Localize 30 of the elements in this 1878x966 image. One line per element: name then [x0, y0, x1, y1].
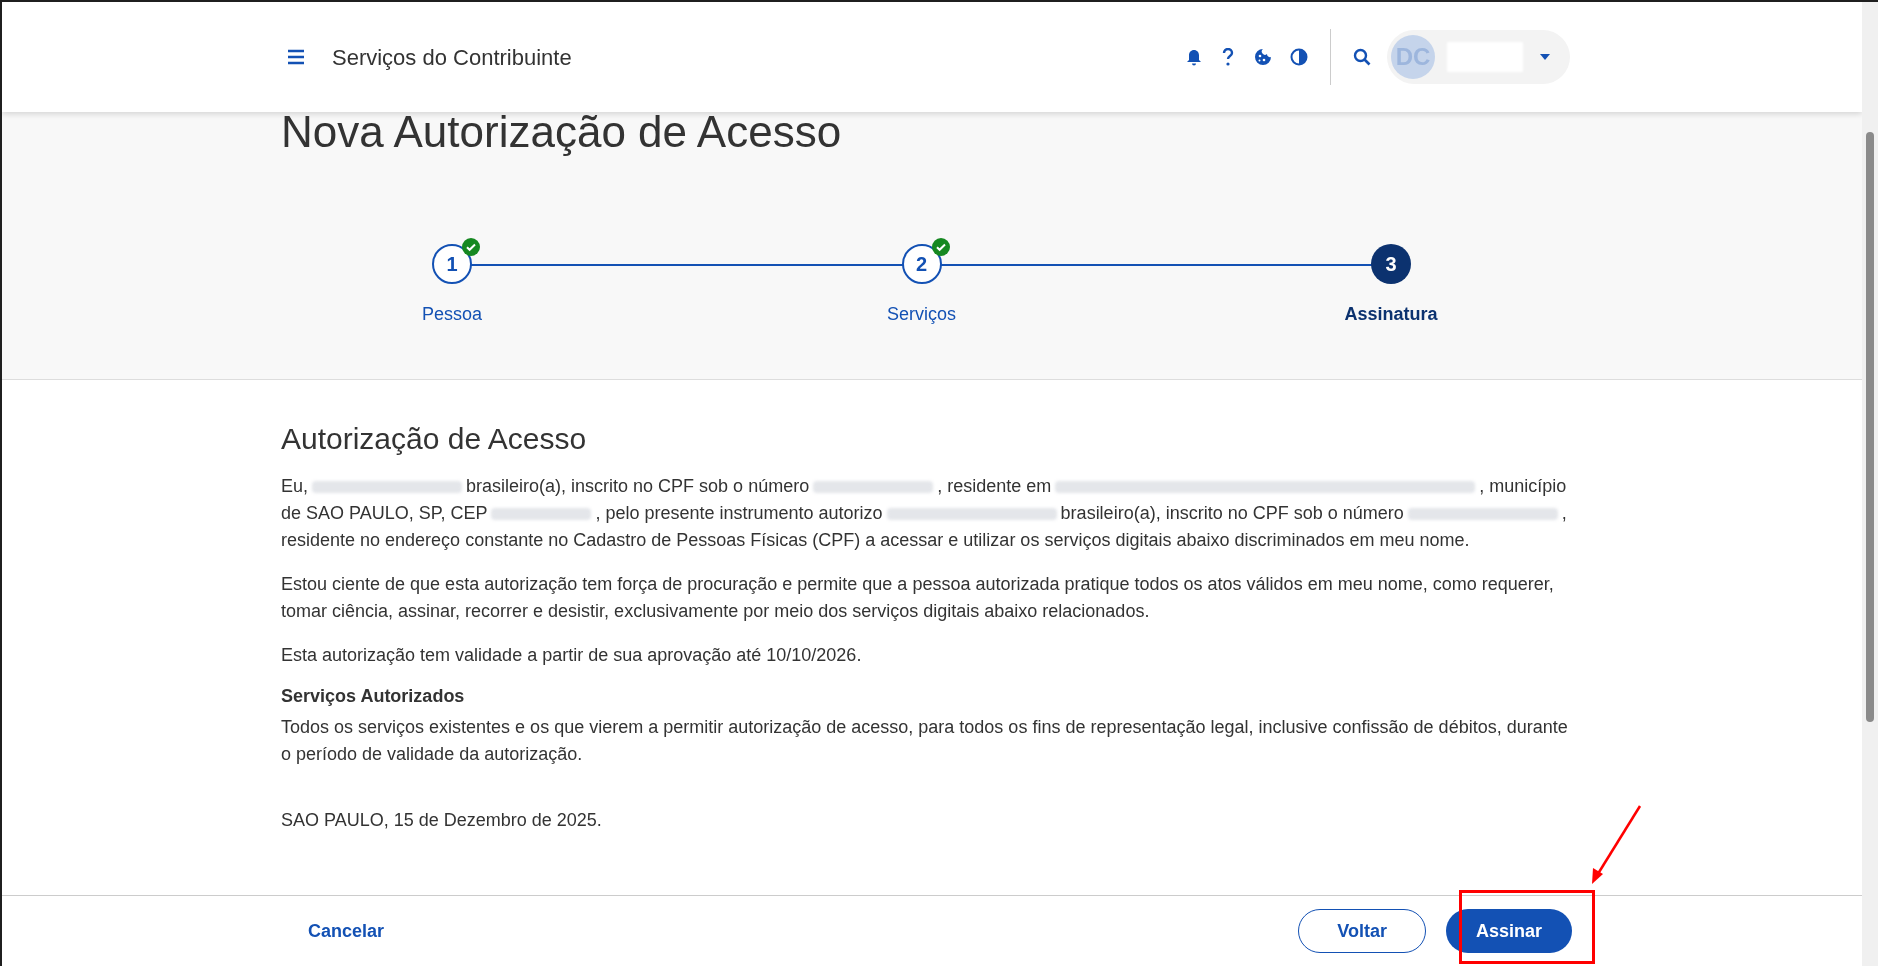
sign-button[interactable]: Assinar [1445, 909, 1572, 953]
body-paragraph: Esta autorização tem validade a partir de sua aprovação até 10/10/2026. [281, 643, 863, 667]
body-paragraph: Estou ciente de que esta autorização tem força de procuração e permite que a pessoa autorizada pratique todos os atos válidos em meu nome, como requerer, tomar ciência, assinar, recorrer e desistir, exclusivamente por meio dos serviços digitais abaixo relacionados. [281, 572, 1555, 623]
search-icon[interactable] [1353, 48, 1371, 66]
step-number: 2 [901, 244, 942, 284]
back-button[interactable]: Voltar [1298, 909, 1426, 953]
authorization-paragraph: Eu, brasileiro(a), inscrito no CPF sob o número , residente em , município de SAO PAULO, SP, CEP , pelo presente instrumento autorizo brasileiro(a), inscrito no CPF sob o número , residente no endereço constante no Cadastro de Pessoas Físicas (CPF) a acessar e utilizar os serviços digitais abaixo discriminados em meu nome. [281, 474, 1568, 552]
page-title: Nova Autorização de Acesso [281, 112, 843, 154]
step-number: 1 [432, 244, 472, 284]
step[interactable]: 2 Serviços [862, 236, 981, 328]
services-text: Todos os serviços existentes e os que vierem a permitir autorização de acesso, para todos os fins de representação legal, inclusive confissão de débitos, durante o período de validade da autorização. [281, 715, 1569, 766]
contrast-icon[interactable] [1290, 48, 1308, 66]
check-badge-icon [462, 238, 480, 256]
caret-icon [1540, 54, 1550, 60]
cookie-icon[interactable] [1254, 48, 1272, 66]
services-heading: Serviços Autorizados [281, 684, 466, 708]
step-label: Serviços [887, 303, 956, 326]
step[interactable]: 1 Pessoa [393, 236, 511, 328]
help-icon[interactable] [1222, 48, 1234, 66]
place-date: SAO PAULO, 15 de Dezembro de 2025. [281, 808, 603, 832]
section-title: Autorização de Acesso [281, 421, 588, 457]
cancel-link[interactable]: Cancelar [290, 909, 403, 953]
app-title: Serviços do Contribuinte [332, 43, 572, 72]
menu-icon[interactable] [287, 49, 305, 65]
step[interactable]: 3 Assinatura [1332, 236, 1450, 328]
check-badge-icon [931, 238, 950, 256]
bell-icon[interactable] [1186, 48, 1202, 66]
step-label: Assinatura [1344, 303, 1438, 326]
step-label: Pessoa [421, 303, 482, 326]
step-number: 3 [1371, 244, 1411, 284]
